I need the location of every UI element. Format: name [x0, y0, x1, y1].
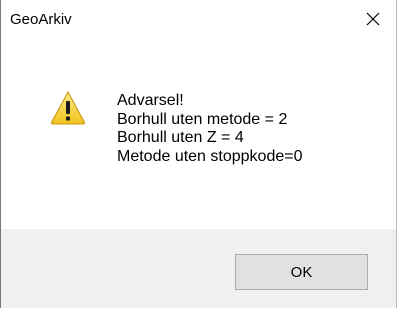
- close-icon: [366, 12, 380, 26]
- message-line-borehole-no-z: Borhull uten Z = 4: [117, 129, 244, 146]
- warning-icon: [50, 90, 86, 125]
- window-title: GeoArkiv: [10, 11, 72, 28]
- message-dialog: GeoArkiv Advarsel! Borhull uten metode =…: [0, 0, 397, 308]
- close-button[interactable]: [350, 0, 396, 38]
- message-line-borehole-no-method: Borhull uten metode = 2: [117, 110, 288, 128]
- message-text: Advarsel! Borhull uten metode = 2 Borhul…: [117, 92, 302, 166]
- dialog-content: Advarsel! Borhull uten metode = 2 Borhul…: [1, 38, 396, 221]
- button-bar: OK: [1, 229, 396, 308]
- ok-button[interactable]: OK: [235, 254, 368, 290]
- message-line-method-no-stopcode: Metode uten stoppkode=0: [117, 147, 303, 165]
- title-bar[interactable]: GeoArkiv: [1, 0, 396, 38]
- message-line-heading: Advarsel!: [117, 92, 184, 109]
